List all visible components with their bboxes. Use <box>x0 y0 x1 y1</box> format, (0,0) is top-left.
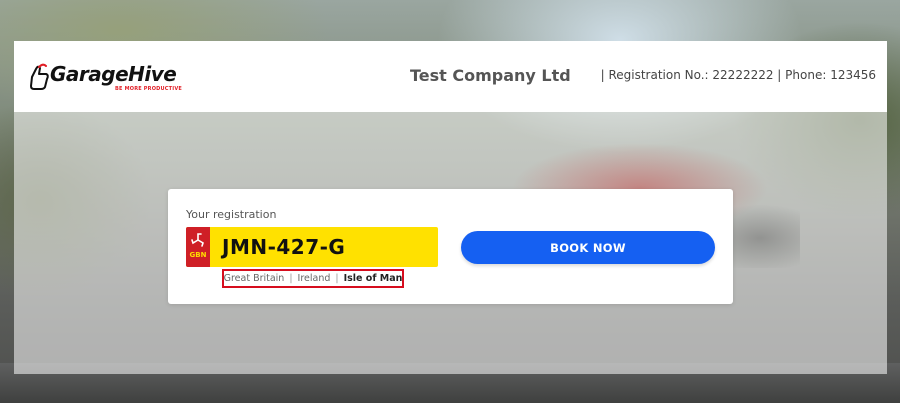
region-great-britain[interactable]: Great Britain <box>224 273 285 284</box>
company-name: Test Company Ltd <box>410 66 571 85</box>
registration-label: Your registration <box>186 208 277 221</box>
registration-plate[interactable]: GBN JMN-427-G <box>186 227 438 267</box>
country-code: GBN <box>189 251 207 259</box>
thumbs-up-icon <box>30 63 49 90</box>
plate-number: JMN-427-G <box>222 235 346 259</box>
region-separator: | <box>289 273 293 284</box>
brand-name: GarageHive <box>50 62 177 86</box>
registration-card: Your registration GBN JMN-427-G Great Br… <box>168 189 733 304</box>
region-isle-of-man[interactable]: Isle of Man <box>344 273 403 284</box>
company-info: | Registration No.: 22222222 | Phone: 12… <box>600 68 876 82</box>
plate-flag: GBN <box>186 227 210 267</box>
brand-logo[interactable]: GarageHive BE MORE PRODUCTIVE <box>26 61 191 95</box>
region-ireland[interactable]: Ireland <box>298 273 331 284</box>
region-selector: Great Britain | Ireland | Isle of Man <box>222 269 404 288</box>
header-bar: GarageHive BE MORE PRODUCTIVE Test Compa… <box>14 41 887 112</box>
book-now-button[interactable]: BOOK NOW <box>461 231 715 264</box>
brand-tagline: BE MORE PRODUCTIVE <box>115 86 183 92</box>
triskelion-icon <box>191 233 204 247</box>
region-separator: | <box>335 273 339 284</box>
